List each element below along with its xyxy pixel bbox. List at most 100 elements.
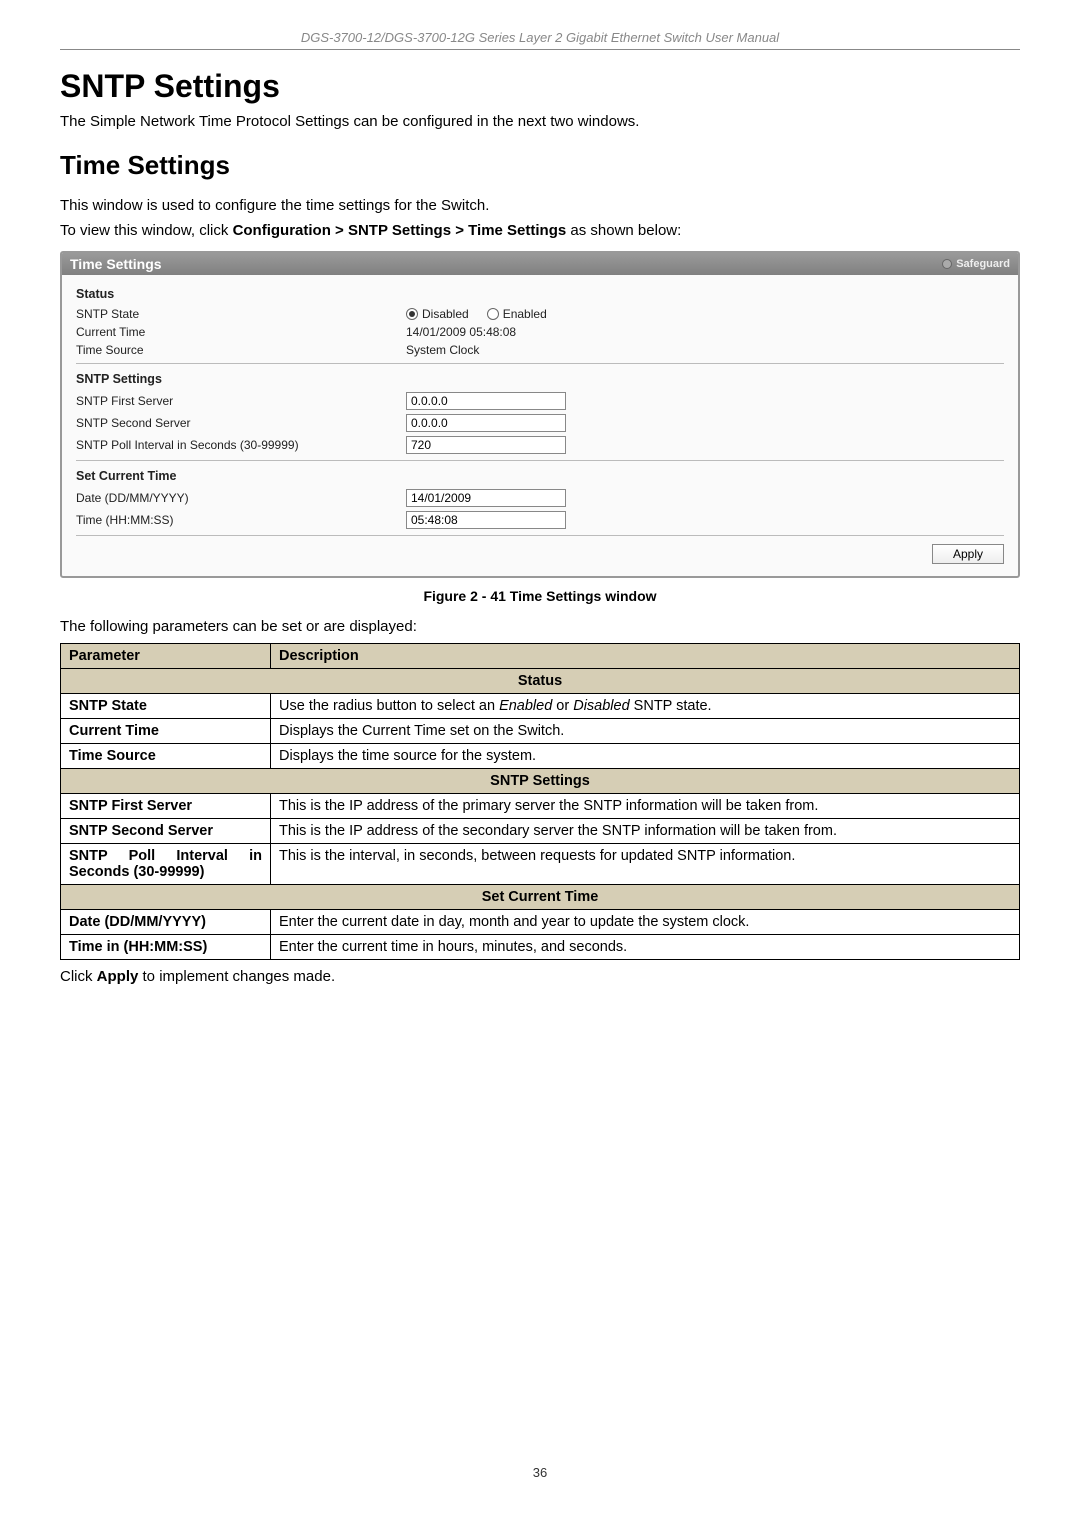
date-row: Date (DD/MM/YYYY) xyxy=(76,489,1004,507)
divider xyxy=(76,363,1004,364)
desc-current-time: Displays the Current Time set on the Swi… xyxy=(271,719,1020,744)
second-server-label: SNTP Second Server xyxy=(76,416,406,430)
desc-date: Enter the current date in day, month and… xyxy=(271,910,1020,935)
manual-header: DGS-3700-12/DGS-3700-12G Series Layer 2 … xyxy=(60,30,1020,50)
time-input[interactable] xyxy=(406,511,566,529)
section-sntp-cell: SNTP Settings xyxy=(61,769,1020,794)
table-header-row: Parameter Description xyxy=(61,644,1020,669)
t: or xyxy=(552,698,573,714)
param-first-server: SNTP First Server xyxy=(61,794,271,819)
window-title: Time Settings xyxy=(70,256,162,272)
time-row: Time (HH:MM:SS) xyxy=(76,511,1004,529)
current-time-label: Current Time xyxy=(76,325,406,339)
apply-note-pre: Click xyxy=(60,968,97,985)
nav-prefix: To view this window, click xyxy=(60,222,233,239)
sntp-settings-heading: SNTP Settings xyxy=(76,372,1004,386)
first-server-label: SNTP First Server xyxy=(76,394,406,408)
param-time: Time in (HH:MM:SS) xyxy=(61,935,271,960)
time-settings-window: Time Settings Safeguard Status SNTP Stat… xyxy=(60,251,1020,578)
poll-interval-row: SNTP Poll Interval in Seconds (30-99999) xyxy=(76,436,1004,454)
first-server-row: SNTP First Server xyxy=(76,392,1004,410)
apply-button[interactable]: Apply xyxy=(932,544,1004,564)
time-source-label: Time Source xyxy=(76,343,406,357)
page-number: 36 xyxy=(60,1465,1020,1480)
section-status: Status xyxy=(61,669,1020,694)
radio-circle-icon xyxy=(487,308,499,320)
intro-text: The Simple Network Time Protocol Setting… xyxy=(60,113,1020,130)
t: SNTP state. xyxy=(630,698,712,714)
set-current-time-heading: Set Current Time xyxy=(76,469,1004,483)
time-source-value: System Clock xyxy=(406,343,479,357)
desc-poll: This is the interval, in seconds, betwee… xyxy=(271,844,1020,885)
radio-enabled-label: Enabled xyxy=(503,307,547,321)
section-sntp: SNTP Settings xyxy=(61,769,1020,794)
status-heading: Status xyxy=(76,287,1004,301)
t: Disabled xyxy=(573,698,629,714)
col-description: Description xyxy=(271,644,1020,669)
desc-sntp-state: Use the radius button to select an Enabl… xyxy=(271,694,1020,719)
current-time-value: 14/01/2009 05:48:08 xyxy=(406,325,516,339)
table-row: Current Time Displays the Current Time s… xyxy=(61,719,1020,744)
table-row: Time in (HH:MM:SS) Enter the current tim… xyxy=(61,935,1020,960)
desc-text: This window is used to configure the tim… xyxy=(60,197,1020,214)
table-row: Time Source Displays the time source for… xyxy=(61,744,1020,769)
divider xyxy=(76,460,1004,461)
first-server-input[interactable] xyxy=(406,392,566,410)
param-poll: SNTP Poll Interval in Seconds (30-99999) xyxy=(61,844,271,885)
param-sntp-state: SNTP State xyxy=(61,694,271,719)
safeguard-badge: Safeguard xyxy=(942,258,1010,270)
section-set-time: Set Current Time xyxy=(61,885,1020,910)
poll-interval-input[interactable] xyxy=(406,436,566,454)
radio-disabled-label: Disabled xyxy=(422,307,469,321)
apply-row: Apply xyxy=(76,544,1004,564)
param-current-time: Current Time xyxy=(61,719,271,744)
param-time-source: Time Source xyxy=(61,744,271,769)
table-row: SNTP State Use the radius button to sele… xyxy=(61,694,1020,719)
current-time-row: Current Time 14/01/2009 05:48:08 xyxy=(76,325,1004,339)
second-server-row: SNTP Second Server xyxy=(76,414,1004,432)
radio-dot-icon xyxy=(409,311,415,317)
apply-note: Click Apply to implement changes made. xyxy=(60,968,1020,985)
param-second-server: SNTP Second Server xyxy=(61,819,271,844)
sntp-state-label: SNTP State xyxy=(76,307,406,321)
window-titlebar: Time Settings Safeguard xyxy=(62,253,1018,275)
sub-heading: Time Settings xyxy=(60,150,1020,181)
date-label: Date (DD/MM/YYYY) xyxy=(76,491,406,505)
desc-time: Enter the current time in hours, minutes… xyxy=(271,935,1020,960)
safeguard-label: Safeguard xyxy=(956,258,1010,270)
nav-suffix: as shown below: xyxy=(566,222,681,239)
sntp-state-radios: Disabled Enabled xyxy=(406,307,547,321)
section-status-cell: Status xyxy=(61,669,1020,694)
table-row: SNTP First Server This is the IP address… xyxy=(61,794,1020,819)
radio-disabled[interactable]: Disabled xyxy=(406,307,469,321)
figure-caption: Figure 2 - 41 Time Settings window xyxy=(60,588,1020,604)
second-server-input[interactable] xyxy=(406,414,566,432)
main-heading: SNTP Settings xyxy=(60,68,1020,105)
divider xyxy=(76,535,1004,536)
safeguard-icon xyxy=(942,259,952,269)
section-set-time-cell: Set Current Time xyxy=(61,885,1020,910)
nav-bold: Configuration > SNTP Settings > Time Set… xyxy=(233,222,567,239)
date-input[interactable] xyxy=(406,489,566,507)
desc-first-server: This is the IP address of the primary se… xyxy=(271,794,1020,819)
radio-circle-icon xyxy=(406,308,418,320)
parameter-table: Parameter Description Status SNTP State … xyxy=(60,643,1020,960)
param-date: Date (DD/MM/YYYY) xyxy=(61,910,271,935)
col-parameter: Parameter xyxy=(61,644,271,669)
t: Use the radius button to select an xyxy=(279,698,499,714)
poll-interval-label: SNTP Poll Interval in Seconds (30-99999) xyxy=(76,438,406,452)
desc-second-server: This is the IP address of the secondary … xyxy=(271,819,1020,844)
apply-note-post: to implement changes made. xyxy=(138,968,335,985)
apply-note-bold: Apply xyxy=(97,968,139,985)
window-body: Status SNTP State Disabled Enabled Curre… xyxy=(62,275,1018,576)
sntp-state-row: SNTP State Disabled Enabled xyxy=(76,307,1004,321)
desc-time-source: Displays the time source for the system. xyxy=(271,744,1020,769)
params-intro: The following parameters can be set or a… xyxy=(60,618,1020,635)
time-source-row: Time Source System Clock xyxy=(76,343,1004,357)
radio-enabled[interactable]: Enabled xyxy=(487,307,547,321)
t: Enabled xyxy=(499,698,552,714)
table-row: SNTP Second Server This is the IP addres… xyxy=(61,819,1020,844)
table-row: SNTP Poll Interval in Seconds (30-99999)… xyxy=(61,844,1020,885)
nav-path: To view this window, click Configuration… xyxy=(60,222,1020,239)
table-row: Date (DD/MM/YYYY) Enter the current date… xyxy=(61,910,1020,935)
